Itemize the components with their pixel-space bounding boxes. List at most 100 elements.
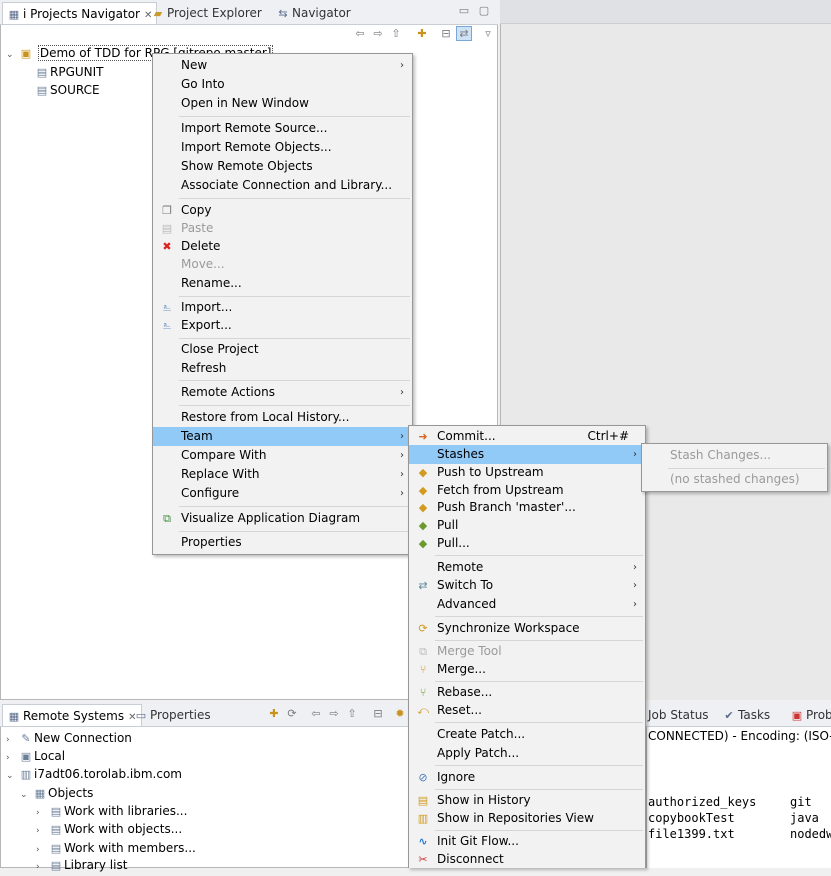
menu-separator <box>435 789 643 790</box>
new-connection-icon: ✎ <box>21 732 31 745</box>
menu-item-init-git-flow[interactable]: ∿ Init Git Flow... <box>409 832 645 851</box>
tree-item-host[interactable]: ⌄ ▥ i7adt06.torolab.ibm.com <box>6 765 182 783</box>
remote-systems-icon: ▦ <box>8 710 20 723</box>
tree-item-work-objects[interactable]: › ▤ Work with objects... <box>36 820 182 838</box>
tab-problems[interactable]: ▣Probl <box>786 704 831 726</box>
menu-item-show-repositories[interactable]: ▥ Show in Repositories View <box>409 809 645 828</box>
menu-item-remote[interactable]: Remote › <box>409 558 645 577</box>
tab-job-status[interactable]: Job Status <box>644 704 713 726</box>
menu-item-delete[interactable]: ✖ Delete <box>153 237 412 256</box>
tree-item-source[interactable]: ▤ SOURCE <box>34 81 100 99</box>
menu-separator <box>179 531 410 532</box>
tree-item-new-connection[interactable]: › ✎ New Connection <box>6 729 132 747</box>
menu-item-paste[interactable]: ▤ Paste <box>153 219 412 238</box>
menu-item-import-remote-source[interactable]: Import Remote Source... <box>153 119 412 138</box>
tree-item-rpgunit[interactable]: ▤ RPGUNIT <box>34 63 104 81</box>
menu-item-commit[interactable]: ➜ Commit... Ctrl+# <box>409 427 645 446</box>
forward-icon[interactable]: ⇨ <box>326 707 342 720</box>
settings-icon[interactable]: ✹ <box>392 707 408 720</box>
chevron-right-icon: › <box>400 469 404 480</box>
menu-item-reset[interactable]: ⤺ Reset... <box>409 701 645 720</box>
remote-systems-tabbar: ▦ Remote Systems ✕ ▭ Properties ✚ ⟳ ⇦ ⇨ ⇧ ⊟… <box>0 702 410 727</box>
menu-item-remote-actions[interactable]: Remote Actions › <box>153 383 412 402</box>
tab-navigator[interactable]: ⇆ Navigator <box>272 2 355 24</box>
menu-item-ignore[interactable]: ⊘ Ignore <box>409 768 645 787</box>
new-connection-icon[interactable]: ✚ <box>266 707 282 720</box>
maximize-icon[interactable]: ▢ <box>476 4 492 17</box>
menu-separator <box>179 506 410 507</box>
menu-item-properties[interactable]: Properties <box>153 533 412 552</box>
menu-item-compare-with[interactable]: Compare With › <box>153 446 412 465</box>
menu-separator <box>179 116 410 117</box>
menu-item-disconnect[interactable]: ✂ Disconnect <box>409 850 645 869</box>
menu-item-import[interactable]: ⎁ Import... <box>153 298 412 317</box>
tree-item-work-libraries[interactable]: › ▤ Work with libraries... <box>36 802 187 820</box>
menu-item-stashes[interactable]: Stashes › <box>409 445 645 464</box>
menu-item-replace-with[interactable]: Replace With › <box>153 465 412 484</box>
team-submenu: ➜ Commit... Ctrl+# Stashes › ◆ Push to Upstr… <box>408 425 646 868</box>
properties-icon: ▭ <box>135 709 147 722</box>
chevron-down-icon[interactable]: ⌄ <box>20 786 32 804</box>
minimize-icon[interactable]: ▭ <box>456 4 472 17</box>
forward-icon[interactable]: ⇨ <box>370 27 386 40</box>
export-icon: ⎁ <box>162 319 172 332</box>
tree-item-objects[interactable]: ⌄ ▦ Objects <box>20 784 93 802</box>
menu-item-show-history[interactable]: ▤ Show in History <box>409 791 645 810</box>
disconnect-icon: ✂ <box>418 853 428 866</box>
menu-item-push-upstream[interactable]: ◆ Push to Upstream <box>409 463 645 482</box>
menu-item-new[interactable]: New › <box>153 56 412 75</box>
menu-item-team[interactable]: Team › <box>153 427 412 446</box>
menu-item-copy[interactable]: ❐ Copy <box>153 201 412 220</box>
menu-item-show-remote-objects[interactable]: Show Remote Objects <box>153 157 412 176</box>
chevron-down-icon[interactable]: ⌄ <box>6 767 18 785</box>
chevron-right-icon[interactable]: › <box>36 822 48 840</box>
up-icon[interactable]: ⇧ <box>344 707 360 720</box>
menu-item-advanced[interactable]: Advanced › <box>409 595 645 614</box>
menu-item-import-remote-objects[interactable]: Import Remote Objects... <box>153 138 412 157</box>
menu-item-go-into[interactable]: Go Into <box>153 75 412 94</box>
view-menu-icon[interactable]: ▿ <box>480 27 496 40</box>
collapse-all-icon[interactable]: ⊟ <box>438 27 454 40</box>
menu-item-synchronize[interactable]: ⟳ Synchronize Workspace <box>409 619 645 638</box>
tab-remote-systems[interactable]: ▦ Remote Systems ✕ <box>2 704 142 726</box>
tree-item-library-list[interactable]: › ▤ Library list <box>36 856 127 874</box>
menu-item-visualize-diagram[interactable]: ⧉ Visualize Application Diagram <box>153 509 412 528</box>
link-editor-icon[interactable]: ⇄ <box>456 26 472 41</box>
back-icon[interactable]: ⇦ <box>308 707 324 720</box>
menu-item-open-new-window[interactable]: Open in New Window <box>153 94 412 113</box>
tab-projects-navigator[interactable]: ▦ i Projects Navigator ✕ <box>2 2 158 24</box>
menu-item-merge[interactable]: ⑂ Merge... <box>409 660 645 679</box>
up-icon[interactable]: ⇧ <box>388 27 404 40</box>
repository-icon: ▥ <box>417 812 429 825</box>
menu-item-apply-patch[interactable]: Apply Patch... <box>409 744 645 763</box>
console-tabbar: Job Status ✔Tasks ▣Probl <box>646 702 831 727</box>
menu-item-close-project[interactable]: Close Project <box>153 340 412 359</box>
new-project-icon[interactable]: ✚ <box>414 27 430 40</box>
menu-item-merge-tool[interactable]: ⧉ Merge Tool <box>409 642 645 661</box>
tree-item-work-members[interactable]: › ▤ Work with members... <box>36 839 196 857</box>
menu-item-pull[interactable]: ◆ Pull <box>409 516 645 535</box>
menu-item-refresh[interactable]: Refresh <box>153 359 412 378</box>
menu-item-switch-to[interactable]: ⇄ Switch To › <box>409 576 645 595</box>
menu-item-create-patch[interactable]: Create Patch... <box>409 725 645 744</box>
tab-project-explorer[interactable]: ▰ Project Explorer <box>147 2 266 24</box>
back-icon[interactable]: ⇦ <box>352 27 368 40</box>
menu-item-rebase[interactable]: ⑂ Rebase... <box>409 683 645 702</box>
chevron-right-icon[interactable]: › <box>36 858 48 876</box>
menu-item-stash-changes[interactable]: Stash Changes... <box>642 446 827 465</box>
menu-item-rename[interactable]: Rename... <box>153 274 412 293</box>
menu-item-associate-connection[interactable]: Associate Connection and Library... <box>153 176 412 195</box>
menu-item-push-branch[interactable]: ◆ Push Branch 'master'... <box>409 498 645 517</box>
tab-properties[interactable]: ▭ Properties <box>130 704 215 726</box>
tab-tasks[interactable]: ✔ Tasks <box>718 704 774 726</box>
tree-item-local[interactable]: › ▣ Local <box>6 747 65 765</box>
collapse-all-icon[interactable]: ⊟ <box>370 707 386 720</box>
menu-item-pull-dialog[interactable]: ◆ Pull... <box>409 534 645 553</box>
editor-header <box>500 0 831 24</box>
menu-item-move[interactable]: Move... <box>153 255 412 274</box>
menu-item-export[interactable]: ⎁ Export... <box>153 316 412 335</box>
menu-item-configure[interactable]: Configure › <box>153 484 412 503</box>
menu-item-restore-history[interactable]: Restore from Local History... <box>153 408 412 427</box>
chevron-down-icon[interactable]: ⌄ <box>6 46 18 64</box>
refresh-icon[interactable]: ⟳ <box>284 707 300 720</box>
